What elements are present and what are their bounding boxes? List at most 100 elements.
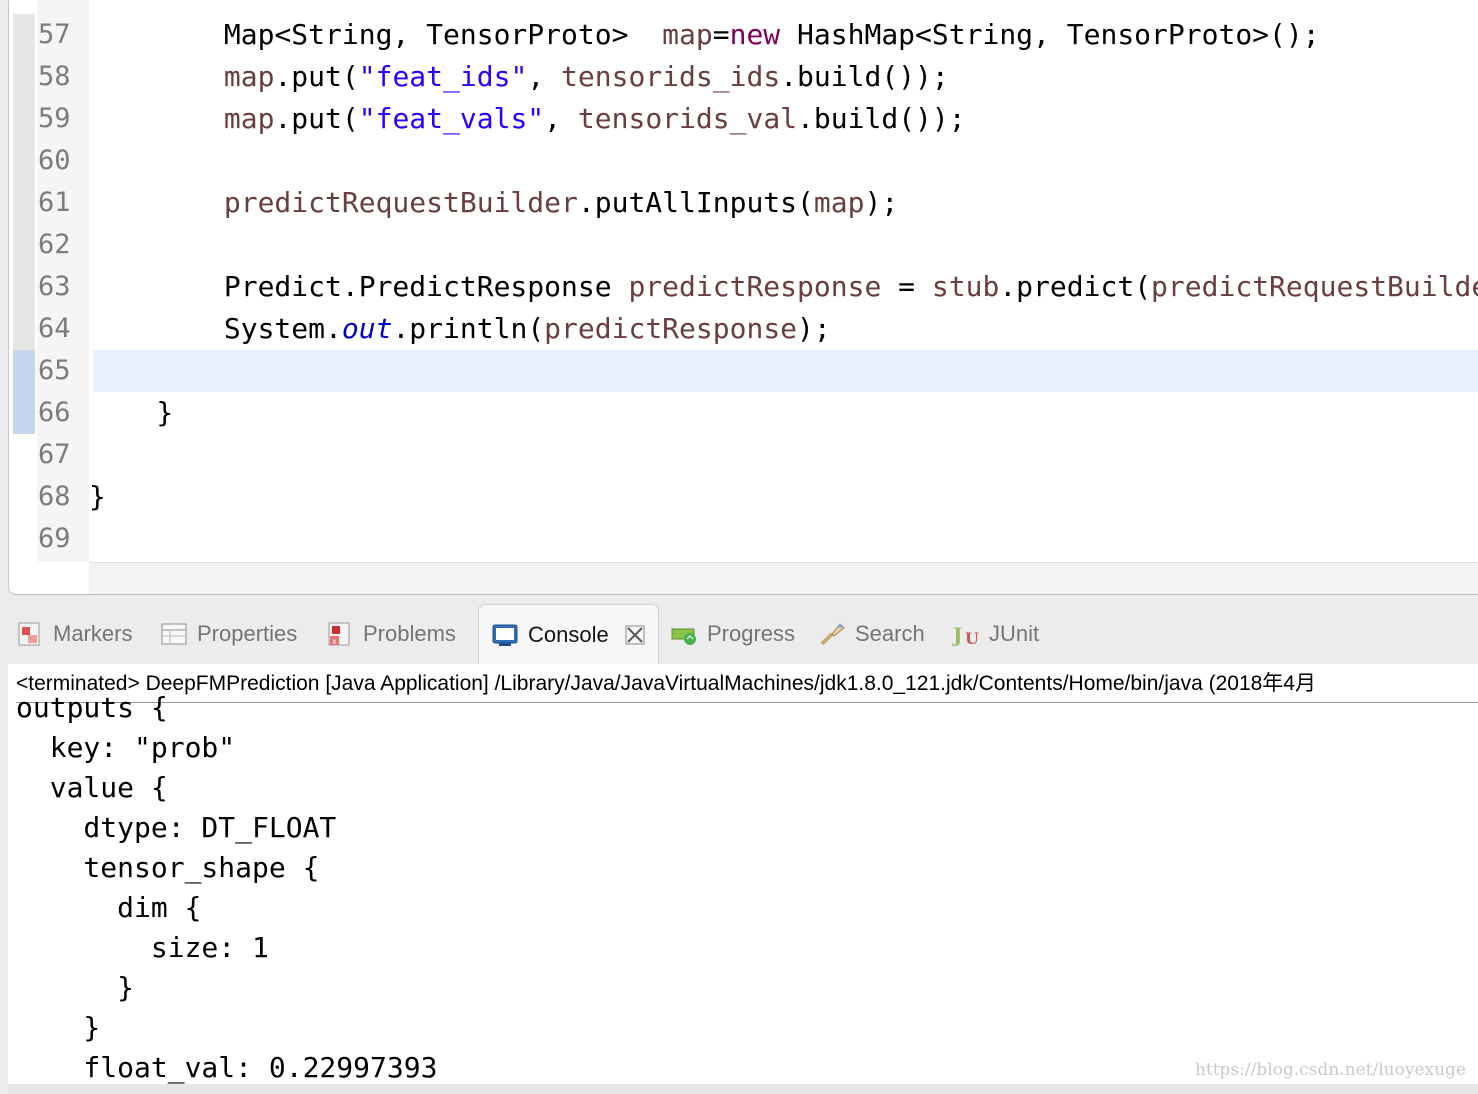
console-icon <box>491 621 519 649</box>
code-token: map <box>223 102 275 135</box>
current-line-highlight <box>93 350 1478 392</box>
line-number: 65 <box>38 355 71 386</box>
line-number: 59 <box>38 103 71 134</box>
code-token: .println( <box>392 312 545 345</box>
code-token: } <box>89 396 174 429</box>
code-editor[interactable]: 57 58 59 60 61 62 63 64 65 66 67 68 69 Map<String, T… <box>8 0 1478 595</box>
code-token: out <box>341 312 393 345</box>
line-number: 66 <box>38 397 71 428</box>
line-number: 64 <box>38 313 71 344</box>
code-line: } <box>89 476 106 518</box>
close-icon[interactable] <box>624 624 646 646</box>
code-token: = <box>881 270 932 303</box>
line-number: 57 <box>38 19 71 50</box>
svg-text:x: x <box>332 637 337 646</box>
code-line: predictRequestBuilder.putAllInputs(map); <box>89 182 898 224</box>
change-marker <box>13 392 35 434</box>
tab-properties[interactable]: Properties <box>160 604 297 664</box>
properties-icon <box>160 620 188 648</box>
code-token: , <box>527 60 562 93</box>
line-number: 58 <box>38 61 71 92</box>
console-output-line: size: 1 <box>16 931 269 964</box>
change-marker <box>13 98 35 140</box>
code-token: System. <box>89 312 342 345</box>
change-marker <box>13 266 35 308</box>
code-token: predictResponse <box>628 270 882 303</box>
code-token: .put( <box>274 102 359 135</box>
tab-label: Search <box>855 621 925 646</box>
line-number: 60 <box>38 145 71 176</box>
console-output-line: outputs { <box>16 691 168 724</box>
code-token: map <box>662 18 713 51</box>
change-marker <box>13 224 35 266</box>
code-token: .putAllInputs( <box>577 186 814 219</box>
tab-markers[interactable]: Markers <box>16 604 132 664</box>
code-token: .build()); <box>780 60 949 93</box>
svg-text:U: U <box>965 629 979 648</box>
watermark: https://blog.csdn.net/luoyexuge <box>1194 1060 1466 1080</box>
console-output: outputs { key: "prob" value { dtype: DT_… <box>16 688 437 1084</box>
junit-icon: JU <box>951 620 980 648</box>
console-output-line: tensor_shape { <box>16 851 320 884</box>
code-token: , <box>544 102 578 135</box>
console-output-line: dtype: DT_FLOAT <box>16 811 337 844</box>
tab-label: JUnit <box>989 621 1040 646</box>
tab-console[interactable]: Console <box>478 604 659 664</box>
code-token: = <box>712 18 730 51</box>
change-marker <box>13 308 35 350</box>
tab-label: Problems <box>363 621 456 646</box>
code-token: predictResponse <box>544 312 798 345</box>
change-marker <box>13 182 35 224</box>
code-line: } <box>89 392 173 434</box>
code-token: } <box>89 480 106 513</box>
code-line: map.put("feat_ids", tensorids_ids.build(… <box>89 56 949 98</box>
code-token: .predict( <box>999 270 1152 303</box>
code-token: stub <box>931 270 1000 303</box>
code-line: Map<String, TensorProto> map=new HashMap… <box>89 14 1320 56</box>
code-token: predictRequestBuilder <box>223 186 578 219</box>
console-horizontal-scrollbar[interactable] <box>8 1084 1478 1094</box>
problems-icon: x <box>326 620 354 648</box>
line-number: 62 <box>38 229 71 260</box>
tab-progress[interactable]: Progress <box>670 604 795 664</box>
code-line: System.out.println(predictResponse); <box>89 308 831 350</box>
bottom-view-tabbar: Markers Properties x Problems Console Progres… <box>8 604 1478 664</box>
console-output-line: } <box>16 971 135 1004</box>
console-view[interactable]: <terminated> DeepFMPrediction [Java Appl… <box>8 664 1478 1084</box>
code-token: tensorids_ids <box>561 60 781 93</box>
line-number: 67 <box>38 439 71 470</box>
code-token: HashMap<String, TensorProto>(); <box>780 18 1320 51</box>
line-number-ruler: 57 58 59 60 61 62 63 64 65 66 67 68 69 <box>37 0 89 562</box>
console-output-line: float_val: 0.22997393 <box>16 1051 438 1084</box>
code-token: "feat_ids" <box>358 60 528 93</box>
code-line: map.put("feat_vals", tensorids_val.build… <box>89 98 966 140</box>
svg-text:J: J <box>952 623 962 647</box>
change-marker <box>13 14 35 56</box>
tab-search[interactable]: Search <box>818 604 925 664</box>
code-token: predictRequestBuilder <box>1151 270 1478 303</box>
tab-label: Markers <box>53 621 133 646</box>
tab-label: Console <box>528 621 609 647</box>
code-token: "feat_vals" <box>358 102 545 135</box>
tab-junit[interactable]: J U JUnit <box>951 604 1040 664</box>
tab-label: Properties <box>197 621 298 646</box>
code-token: Predict.PredictResponse <box>89 270 629 303</box>
console-output-line: value { <box>16 771 168 804</box>
code-token: ); <box>864 186 899 219</box>
tab-problems[interactable]: x Problems <box>326 604 456 664</box>
code-token: map <box>223 60 275 93</box>
code-line: Predict.PredictResponse predictResponse … <box>89 266 1478 308</box>
code-token: .build()); <box>797 102 966 135</box>
code-token: Map<String, TensorProto> <box>89 18 663 51</box>
code-token: ); <box>797 312 831 345</box>
console-output-line: dim { <box>16 891 202 924</box>
code-token: map <box>813 186 865 219</box>
change-marker <box>13 56 35 98</box>
change-marker <box>13 350 35 392</box>
code-token: new <box>729 18 781 51</box>
code-token: tensorids_val <box>577 102 798 135</box>
line-number: 69 <box>38 523 71 554</box>
code-token: .put( <box>274 60 359 93</box>
editor-horizontal-scrollbar[interactable] <box>89 562 1478 594</box>
